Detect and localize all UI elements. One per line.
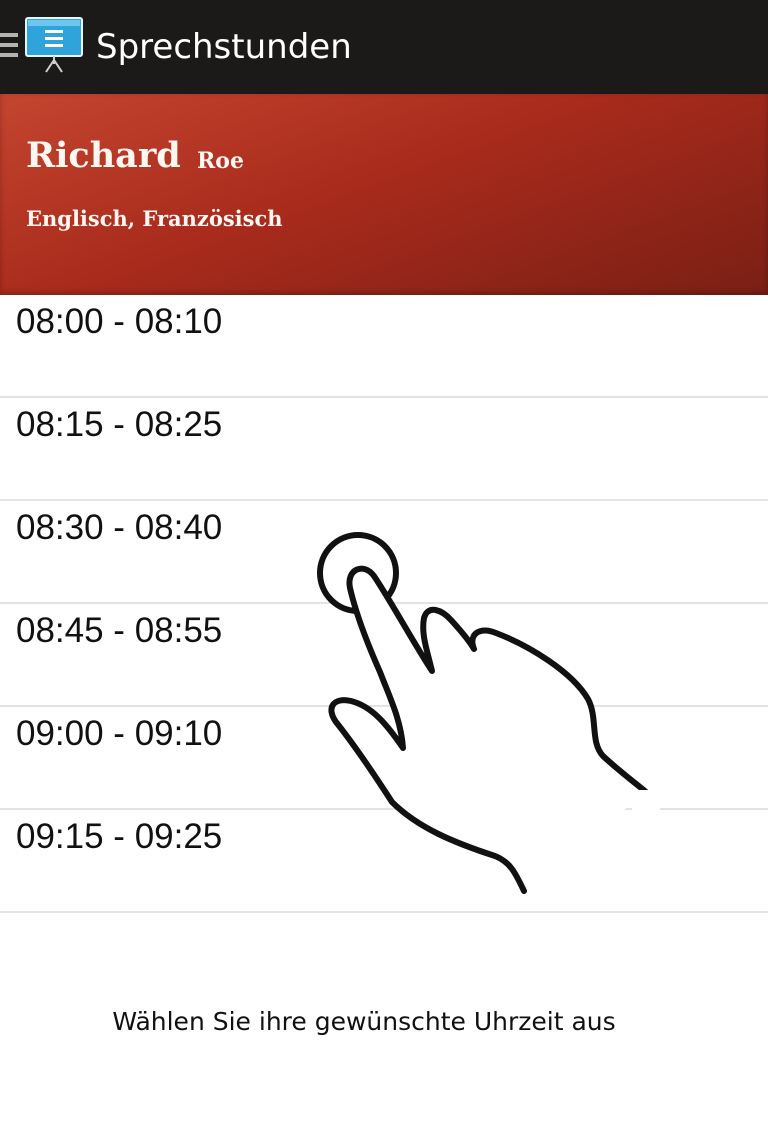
presentation-board-icon[interactable] [24,16,86,74]
teacher-first-name: Richard [26,135,181,176]
time-slot-label: 08:30 - 08:40 [16,508,223,547]
time-slot-row[interactable]: 08:00 - 08:10 [0,295,768,398]
teacher-header: Richard Roe Englisch, Französisch [0,94,768,295]
teacher-subjects: Englisch, Französisch [26,206,283,231]
menu-icon[interactable] [0,33,18,61]
time-slot-row[interactable]: 08:15 - 08:25 [0,398,768,501]
tap-gesture-icon [317,532,660,900]
time-slot-label: 09:15 - 09:25 [16,817,223,856]
teacher-last-name: Roe [197,148,244,174]
action-bar: Sprechstunden [0,0,768,94]
app-title: Sprechstunden [96,27,352,67]
time-slot-label: 08:00 - 08:10 [16,302,223,341]
time-slot-label: 08:45 - 08:55 [16,611,223,650]
time-slot-label: 09:00 - 09:10 [16,714,223,753]
instruction-text: Wählen Sie ihre gewünschte Uhrzeit aus [112,1007,616,1036]
time-slot-label: 08:15 - 08:25 [16,405,223,444]
app-screen: Sprechstunden Richard Roe Englisch, Fran… [0,0,768,1124]
